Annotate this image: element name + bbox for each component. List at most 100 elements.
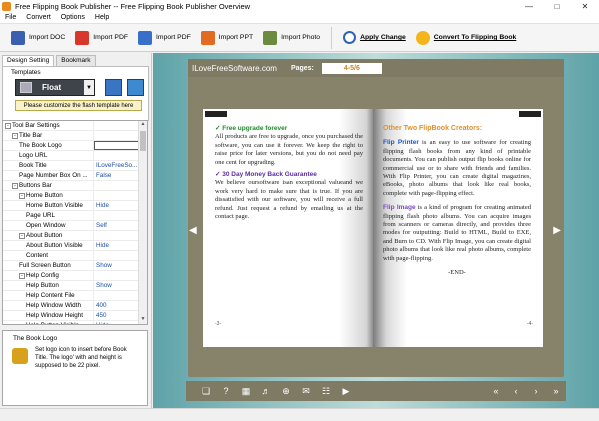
property-row[interactable]: About Button Visible Hide: [3, 240, 147, 251]
prev-page-icon[interactable]: ‹: [506, 386, 526, 396]
description-text: Set logo icon to insert before Book Titl…: [35, 347, 127, 369]
expand-toggle-icon[interactable]: -: [19, 192, 25, 199]
menu-help[interactable]: Help: [90, 14, 114, 21]
property-row[interactable]: Help Button Visible Hide: [3, 320, 147, 324]
property-value[interactable]: Show: [94, 262, 139, 269]
flip-image-title: Flip Image: [383, 204, 416, 212]
import-photo-button[interactable]: Import Photo: [258, 27, 325, 49]
property-scrollbar[interactable]: ▲ ▼: [138, 121, 147, 324]
expand-toggle-icon[interactable]: -: [19, 272, 25, 279]
menu-options[interactable]: Options: [56, 14, 90, 21]
import-photo-label: Import Photo: [281, 34, 321, 41]
pdf-icon: [75, 30, 90, 45]
flip-printer-text: is an easy to use software for creating …: [383, 139, 531, 197]
property-name: - Tool Bar Settings: [3, 121, 94, 131]
fit-icon[interactable]: ❏: [196, 386, 216, 397]
minimize-button[interactable]: —: [515, 0, 543, 12]
templates-box: Templates Float ▼ Please customize the f…: [2, 66, 149, 121]
pdf-blue-icon: [138, 30, 153, 45]
property-value[interactable]: [94, 141, 139, 150]
template-select[interactable]: Float ▼: [15, 79, 95, 96]
import-pdf-button[interactable]: Import PDF: [70, 27, 133, 49]
property-value[interactable]: 400: [94, 302, 139, 309]
property-value[interactable]: False: [94, 172, 139, 179]
next-page-arrow-icon[interactable]: ▶: [553, 225, 561, 236]
flip-book[interactable]: ✓ Free upgrade forever All products are …: [203, 109, 543, 347]
page-corner-tab: [205, 111, 227, 117]
first-page-icon[interactable]: «: [486, 386, 506, 396]
status-bar: [0, 408, 599, 421]
property-row[interactable]: The Book Logo: [3, 140, 147, 151]
property-row[interactable]: - About Button: [3, 230, 147, 241]
property-label: Title Bar: [19, 132, 43, 139]
import-doc-button[interactable]: Import DOC: [6, 27, 70, 49]
page-number-box[interactable]: 4-5/6: [321, 62, 382, 74]
property-label: The Book Logo: [19, 142, 62, 149]
property-row[interactable]: - Help Config: [3, 270, 147, 281]
scroll-down-icon[interactable]: ▼: [139, 316, 147, 324]
property-value[interactable]: ILoveFreeSo...: [94, 162, 139, 169]
email-icon[interactable]: ✉: [296, 386, 316, 397]
left-page[interactable]: ✓ Free upgrade forever All products are …: [203, 109, 373, 347]
left-tabs: Design Setting Bookmark: [0, 55, 151, 66]
property-row[interactable]: Content: [3, 250, 147, 261]
import-pdf2-button[interactable]: Import PDF: [133, 27, 196, 49]
scroll-up-icon[interactable]: ▲: [139, 121, 147, 129]
property-value[interactable]: Hide: [94, 322, 139, 324]
property-row[interactable]: Logo URL: [3, 150, 147, 161]
menu-convert[interactable]: Convert: [21, 14, 56, 21]
next-page-icon[interactable]: ›: [526, 386, 546, 396]
last-page-icon[interactable]: »: [546, 386, 566, 396]
property-row[interactable]: Help Window Width 400: [3, 300, 147, 311]
prev-page-arrow-icon[interactable]: ◀: [189, 225, 197, 236]
property-label: Help Config: [26, 272, 59, 279]
property-name: Content: [3, 250, 94, 261]
property-row[interactable]: - Title Bar: [3, 130, 147, 141]
property-row[interactable]: - Home Button: [3, 190, 147, 201]
property-value[interactable]: Hide: [94, 202, 139, 209]
expand-toggle-icon[interactable]: -: [12, 132, 18, 139]
zoom-icon[interactable]: ⊕: [276, 386, 296, 397]
thumbnails-icon[interactable]: ▦: [236, 386, 256, 397]
expand-toggle-icon[interactable]: -: [5, 122, 11, 129]
convert-button[interactable]: Convert To Flipping Book: [411, 27, 522, 49]
expand-toggle-icon[interactable]: -: [12, 182, 18, 189]
property-row[interactable]: Page URL: [3, 210, 147, 221]
maximize-button[interactable]: □: [543, 0, 571, 12]
save-template-icon[interactable]: [105, 79, 122, 96]
property-row[interactable]: Home Button Visible Hide: [3, 200, 147, 211]
property-row[interactable]: Book Title ILoveFreeSo...: [3, 160, 147, 171]
right-page[interactable]: Other Two FlipBook Creators: Flip Printe…: [373, 109, 543, 347]
play-icon[interactable]: ▶: [336, 386, 356, 397]
scroll-thumb[interactable]: [140, 131, 146, 151]
property-value[interactable]: Hide: [94, 242, 139, 249]
tab-bookmark[interactable]: Bookmark: [56, 55, 96, 66]
page-navigation: « ‹ › »: [486, 386, 566, 396]
property-row[interactable]: Help Button Show: [3, 280, 147, 291]
load-template-icon[interactable]: [127, 79, 144, 96]
share-icon[interactable]: ☷: [316, 386, 336, 397]
apply-change-button[interactable]: Apply Change: [338, 27, 411, 49]
expand-toggle-icon[interactable]: -: [19, 232, 25, 239]
property-row[interactable]: Help Window Height 450: [3, 310, 147, 321]
flip-image-text: is a kind of program for creating animat…: [383, 204, 531, 262]
import-ppt-button[interactable]: Import PPT: [196, 27, 258, 49]
sound-icon[interactable]: ♬: [256, 386, 276, 396]
property-row[interactable]: - Buttons Bar: [3, 180, 147, 191]
import-doc-label: Import DOC: [29, 34, 66, 41]
menu-file[interactable]: File: [0, 14, 21, 21]
property-row[interactable]: Help Content File: [3, 290, 147, 301]
close-button[interactable]: ✕: [571, 0, 599, 12]
property-row[interactable]: Open Window Self: [3, 220, 147, 231]
tab-design-setting[interactable]: Design Setting: [2, 55, 55, 66]
property-row[interactable]: Full Screen Button Show: [3, 260, 147, 271]
property-row[interactable]: Page Number Box On ... False: [3, 170, 147, 181]
pages-label: Pages:: [290, 64, 314, 72]
property-value[interactable]: Self: [94, 222, 139, 229]
chevron-down-icon[interactable]: ▼: [84, 80, 94, 95]
property-value[interactable]: 450: [94, 312, 139, 319]
flip-printer-title: Flip Printer: [383, 139, 419, 147]
help-icon[interactable]: ?: [216, 386, 236, 396]
property-value[interactable]: Show: [94, 282, 139, 289]
property-row[interactable]: - Tool Bar Settings: [3, 121, 147, 131]
